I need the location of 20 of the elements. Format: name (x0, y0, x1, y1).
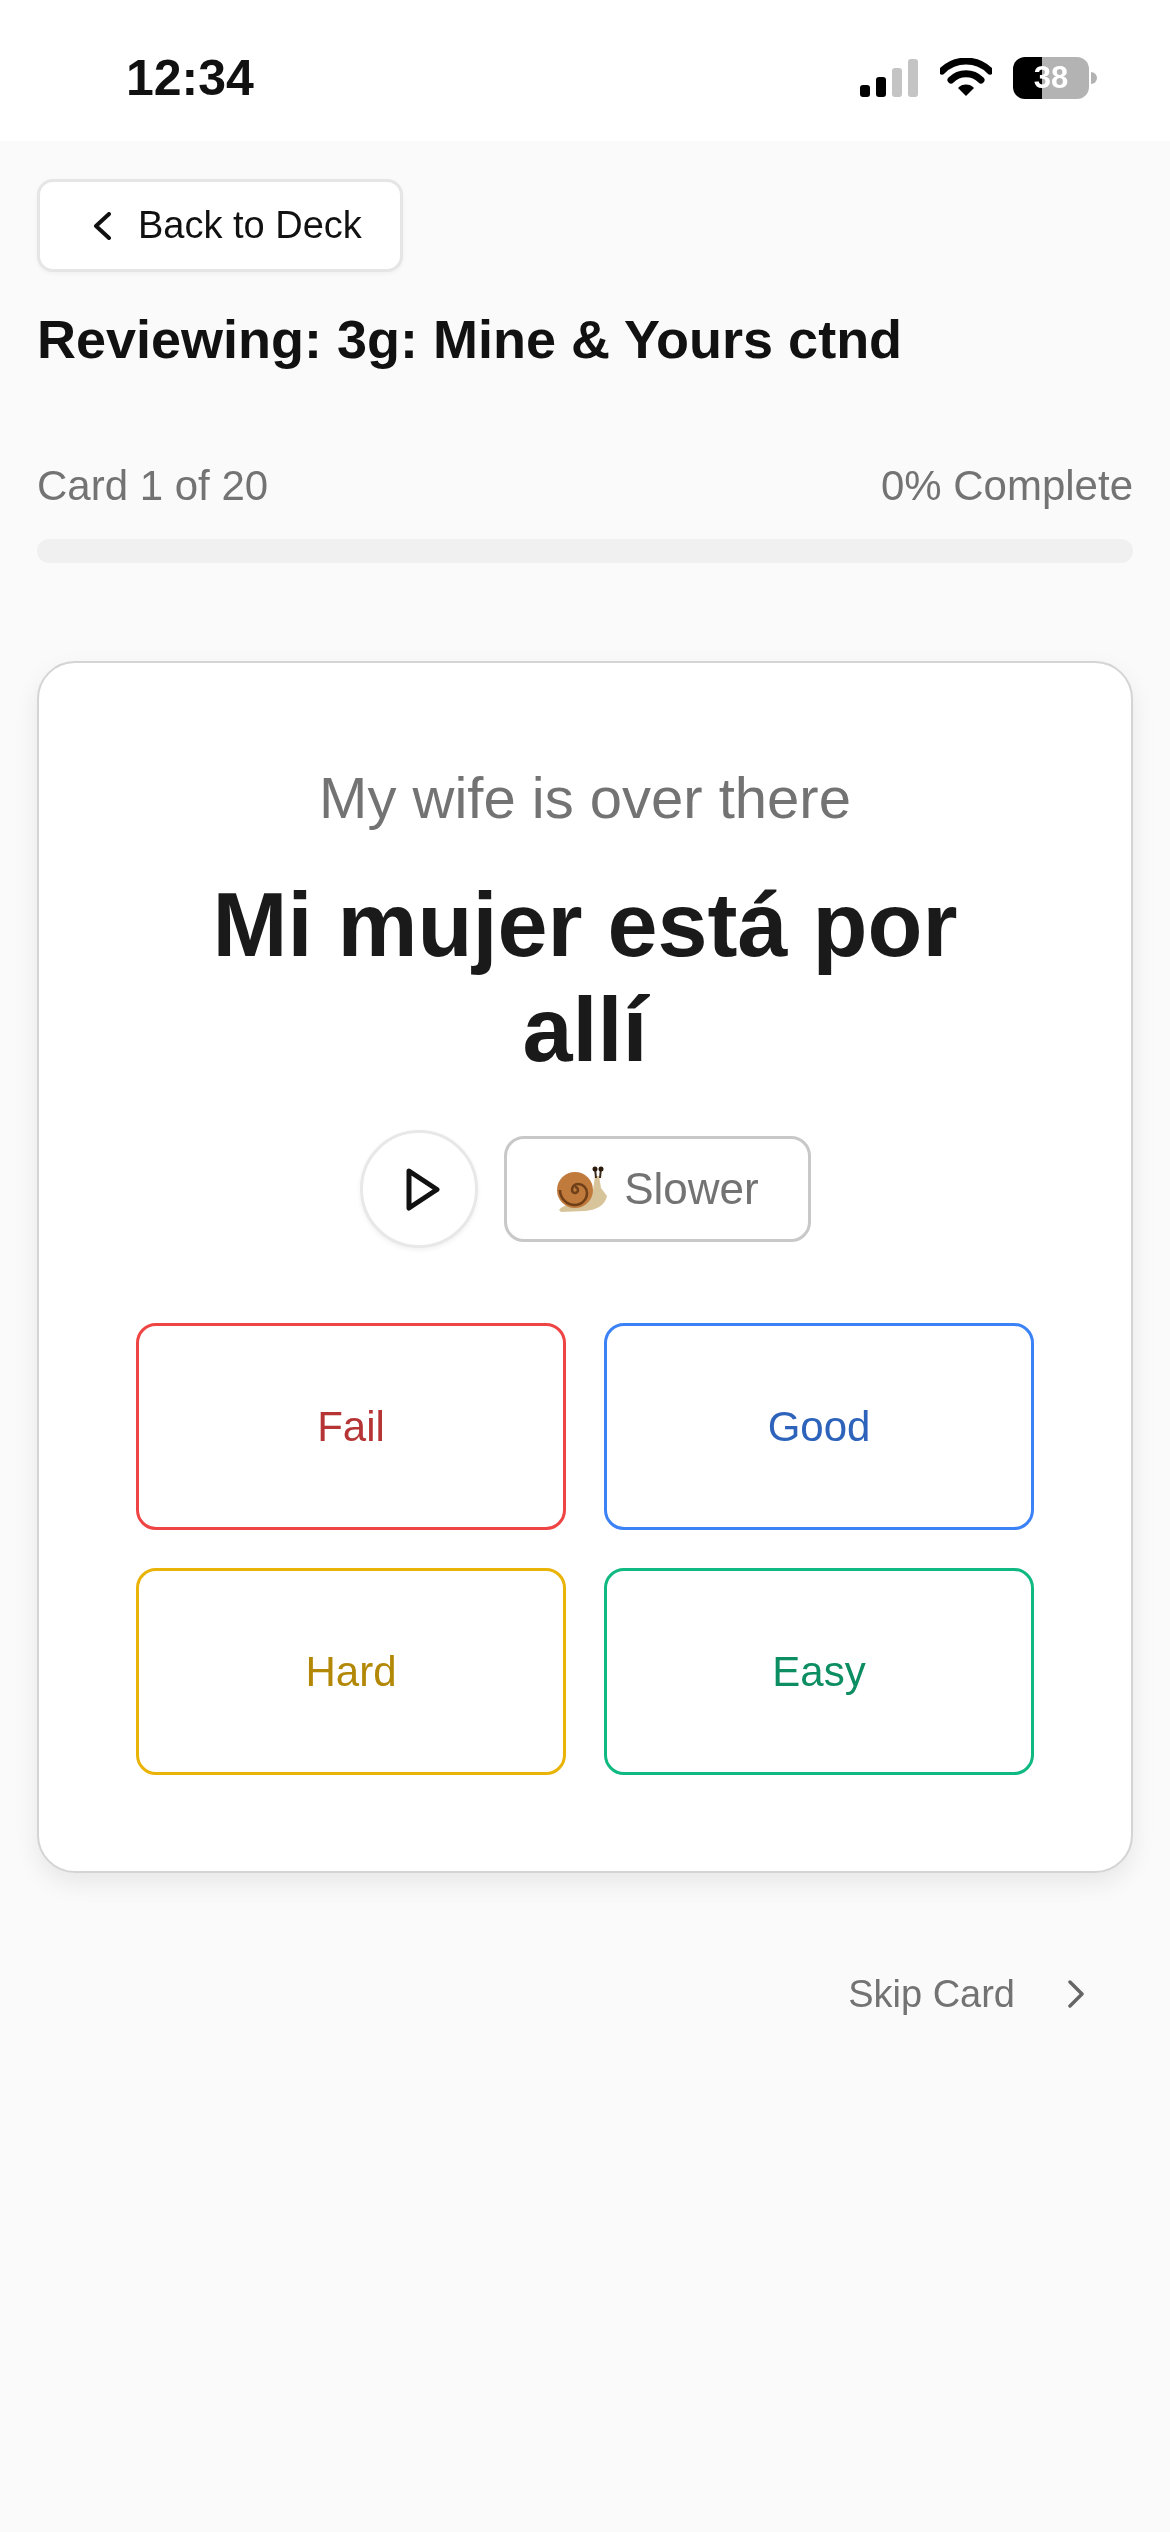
rating-button[interactable]: Easy (604, 1568, 1034, 1775)
rating-button[interactable]: Fail (136, 1323, 566, 1530)
play-icon (405, 1167, 440, 1211)
signal-icon (860, 58, 919, 97)
answer-text: Mi mujer está por allí (211, 874, 959, 1082)
prompt-text: My wife is over there (318, 764, 852, 832)
skip-card-button[interactable]: Skip Card (848, 1969, 1133, 2019)
battery-cap-icon (1091, 71, 1097, 84)
slower-button[interactable]: Slower (503, 1136, 811, 1242)
rating-button[interactable]: Hard (136, 1568, 566, 1775)
snail-icon (555, 1166, 610, 1212)
chevron-left-icon (92, 211, 112, 240)
deck-title: Reviewing: 3g: Mine & Yours ctnd (37, 308, 904, 370)
percent-complete: 0% Complete (880, 461, 1133, 511)
chevron-right-icon (1067, 1980, 1085, 2008)
rating-button[interactable]: Good (604, 1323, 1034, 1530)
card-position: Card 1 of 20 (37, 461, 269, 511)
back-button[interactable]: Back to Deck (37, 179, 403, 272)
status-time: 12:34 (126, 52, 254, 103)
wifi-icon (940, 58, 992, 97)
